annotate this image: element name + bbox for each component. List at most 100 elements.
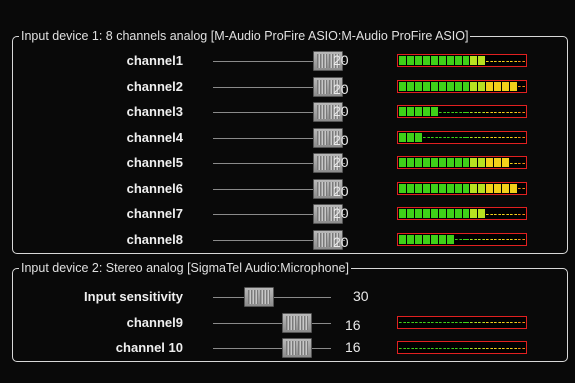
- meter-segment: [414, 343, 422, 352]
- meter-segment: [430, 107, 438, 116]
- slider-thumb[interactable]: [282, 338, 312, 358]
- meter-segment: [422, 183, 430, 193]
- meter-segment: [399, 318, 406, 327]
- meter-segment: [422, 158, 430, 167]
- meter-segment: [462, 183, 470, 193]
- meter-segment: [470, 183, 478, 193]
- meter-segment: [462, 209, 470, 218]
- meter-segment: [478, 343, 486, 352]
- meter-segment: [502, 107, 510, 116]
- meter-segment: [510, 209, 518, 218]
- meter-segment: [422, 133, 430, 142]
- slider-value: 20: [333, 182, 349, 199]
- meter-segment: [446, 133, 454, 142]
- meter-segment: [446, 183, 454, 193]
- meter-segment: [470, 158, 478, 167]
- meter-segment: [414, 56, 422, 65]
- meter-segment: [486, 209, 494, 218]
- level-meter: [397, 79, 527, 93]
- meter-segment: [399, 183, 406, 193]
- meter-segment: [406, 56, 414, 65]
- meter-segment: [502, 56, 510, 65]
- meter-segment: [510, 107, 518, 116]
- meter-segment: [502, 183, 510, 193]
- meter-segment: [502, 209, 510, 218]
- meter-segment: [462, 107, 470, 116]
- meter-segment: [462, 158, 470, 167]
- meter-segment: [502, 343, 510, 352]
- meter-segment: [430, 343, 438, 352]
- meter-segment: [438, 133, 446, 142]
- meter-segment: [406, 209, 414, 218]
- meter-segment: [518, 209, 525, 218]
- channel-row: channel9 16: [13, 312, 569, 336]
- level-meter: [397, 315, 527, 329]
- meter-segment: [454, 107, 462, 116]
- meter-segment: [510, 133, 518, 142]
- meter-segment: [510, 56, 518, 65]
- meter-segment: [422, 234, 430, 244]
- meter-segment: [438, 81, 446, 91]
- channel-label: Input sensitivity: [84, 289, 183, 304]
- meter-segment: [502, 235, 510, 244]
- meter-segment: [422, 343, 430, 352]
- meter-segment: [486, 158, 494, 167]
- level-meter: [397, 341, 527, 354]
- meter-segment: [446, 56, 454, 65]
- channel-row: channel7 20: [13, 203, 569, 227]
- meter-segment: [438, 56, 446, 65]
- slider-track[interactable]: [213, 322, 331, 324]
- slider-value: 20: [333, 233, 349, 250]
- meter-segment: [414, 318, 422, 327]
- meter-segment: [454, 318, 462, 327]
- meter-segment: [470, 318, 478, 327]
- meter-segment: [502, 81, 510, 91]
- channel-row: channel 10 16: [13, 337, 569, 361]
- meter-segment: [494, 183, 502, 193]
- meter-segment: [446, 234, 454, 244]
- channel-label: channel6: [126, 180, 183, 196]
- meter-segment: [446, 209, 454, 218]
- slider-track[interactable]: [213, 348, 331, 349]
- meter-segment: [478, 81, 486, 91]
- meter-segment: [462, 343, 470, 352]
- input-device-2-group: Input device 2: Stereo analog [SigmaTel …: [12, 260, 569, 362]
- level-meter: [397, 105, 527, 118]
- meter-segment: [510, 81, 518, 91]
- meter-segment: [486, 235, 494, 244]
- meter-segment: [438, 107, 446, 116]
- meter-segment: [470, 235, 478, 244]
- meter-segment: [454, 56, 462, 65]
- meter-segment: [399, 343, 406, 352]
- meter-segment: [494, 107, 502, 116]
- meter-segment: [510, 343, 518, 352]
- meter-segment: [406, 158, 414, 167]
- slider-thumb[interactable]: [282, 312, 312, 333]
- meter-segment: [430, 234, 438, 244]
- channel-row: channel3 20: [13, 101, 569, 125]
- slider-value: 30: [353, 288, 369, 304]
- meter-segment: [478, 133, 486, 142]
- slider-value: 20: [333, 80, 349, 97]
- slider-thumb[interactable]: [244, 287, 274, 307]
- channel-row: channel2 20: [13, 76, 569, 100]
- meter-segment: [422, 209, 430, 218]
- meter-segment: [470, 133, 478, 142]
- level-meter: [397, 232, 527, 246]
- channel-row: channel4 20: [13, 127, 569, 151]
- slider-value: 20: [333, 103, 349, 119]
- meter-segment: [510, 235, 518, 244]
- meter-segment: [494, 133, 502, 142]
- slider-value: 20: [333, 52, 349, 68]
- meter-segment: [494, 81, 502, 91]
- meter-segment: [486, 107, 494, 116]
- meter-segment: [494, 343, 502, 352]
- meter-segment: [399, 132, 406, 142]
- meter-segment: [438, 183, 446, 193]
- meter-segment: [518, 158, 525, 167]
- meter-segment: [438, 234, 446, 244]
- group-title: Input device 2: Stereo analog [SigmaTel …: [19, 260, 351, 276]
- meter-segment: [462, 81, 470, 91]
- meter-segment: [518, 82, 525, 91]
- meter-segment: [446, 81, 454, 91]
